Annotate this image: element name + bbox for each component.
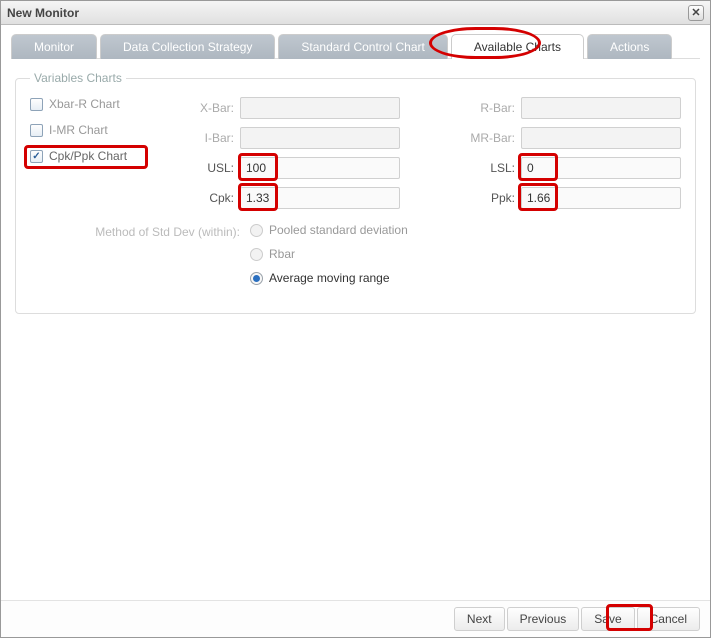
- radio-label: Average moving range: [269, 271, 390, 285]
- checkbox-imr-chart[interactable]: I-MR Chart: [30, 123, 180, 137]
- checkbox-label: Xbar-R Chart: [49, 97, 120, 111]
- window-title: New Monitor: [7, 6, 79, 20]
- input-rbar: [521, 97, 681, 119]
- radio-label: Pooled standard deviation: [269, 223, 408, 237]
- radio-icon: [250, 224, 263, 237]
- input-ibar: [240, 127, 400, 149]
- previous-button[interactable]: Previous: [507, 607, 580, 631]
- tab-monitor[interactable]: Monitor: [11, 34, 97, 59]
- radio-icon: [250, 272, 263, 285]
- tab-data-collection-strategy[interactable]: Data Collection Strategy: [100, 34, 275, 59]
- radio-label: Rbar: [269, 247, 295, 261]
- close-icon[interactable]: ✕: [688, 5, 704, 21]
- checkbox-icon: [30, 124, 43, 137]
- radio-icon: [250, 248, 263, 261]
- next-button[interactable]: Next: [454, 607, 505, 631]
- label-mrbar: MR-Bar:: [461, 131, 521, 145]
- radio-average-moving-range[interactable]: Average moving range: [250, 271, 681, 285]
- input-lsl[interactable]: [521, 157, 681, 179]
- checkbox-icon: [30, 150, 43, 163]
- label-rbar: R-Bar:: [461, 101, 521, 115]
- input-xbar: [240, 97, 400, 119]
- titlebar: New Monitor ✕: [1, 1, 710, 25]
- label-usl: USL:: [180, 161, 240, 175]
- checkbox-xbarr-chart[interactable]: Xbar-R Chart: [30, 97, 180, 111]
- new-monitor-dialog: New Monitor ✕ Monitor Data Collection St…: [0, 0, 711, 638]
- radio-group-method: Pooled standard deviation Rbar Average m…: [250, 223, 681, 295]
- input-mrbar: [521, 127, 681, 149]
- label-method-std-dev: Method of Std Dev (within):: [30, 223, 250, 239]
- label-ppk: Ppk:: [461, 191, 521, 205]
- tab-available-charts[interactable]: Available Charts: [451, 34, 584, 59]
- save-button[interactable]: Save: [581, 607, 634, 631]
- input-ppk[interactable]: [521, 187, 681, 209]
- label-xbar: X-Bar:: [180, 101, 240, 115]
- checkbox-icon: [30, 98, 43, 111]
- radio-pooled-std-dev[interactable]: Pooled standard deviation: [250, 223, 681, 237]
- checkbox-label: Cpk/Ppk Chart: [49, 149, 127, 163]
- input-cpk[interactable]: [240, 187, 400, 209]
- label-ibar: I-Bar:: [180, 131, 240, 145]
- label-cpk: Cpk:: [180, 191, 240, 205]
- tab-actions[interactable]: Actions: [587, 34, 672, 59]
- checkbox-label: I-MR Chart: [49, 123, 108, 137]
- fieldset-legend: Variables Charts: [30, 71, 126, 85]
- checkbox-cpk-ppk-chart[interactable]: Cpk/Ppk Chart: [30, 149, 180, 163]
- label-lsl: LSL:: [461, 161, 521, 175]
- button-bar: Next Previous Save Cancel: [1, 600, 710, 637]
- tabstrip: Monitor Data Collection Strategy Standar…: [11, 33, 700, 59]
- cancel-button[interactable]: Cancel: [637, 607, 700, 631]
- radio-rbar[interactable]: Rbar: [250, 247, 681, 261]
- variables-charts-fieldset: Variables Charts Xbar-R Chart I-MR Chart: [15, 71, 696, 314]
- tab-standard-control-chart[interactable]: Standard Control Chart: [278, 34, 447, 59]
- input-usl[interactable]: [240, 157, 400, 179]
